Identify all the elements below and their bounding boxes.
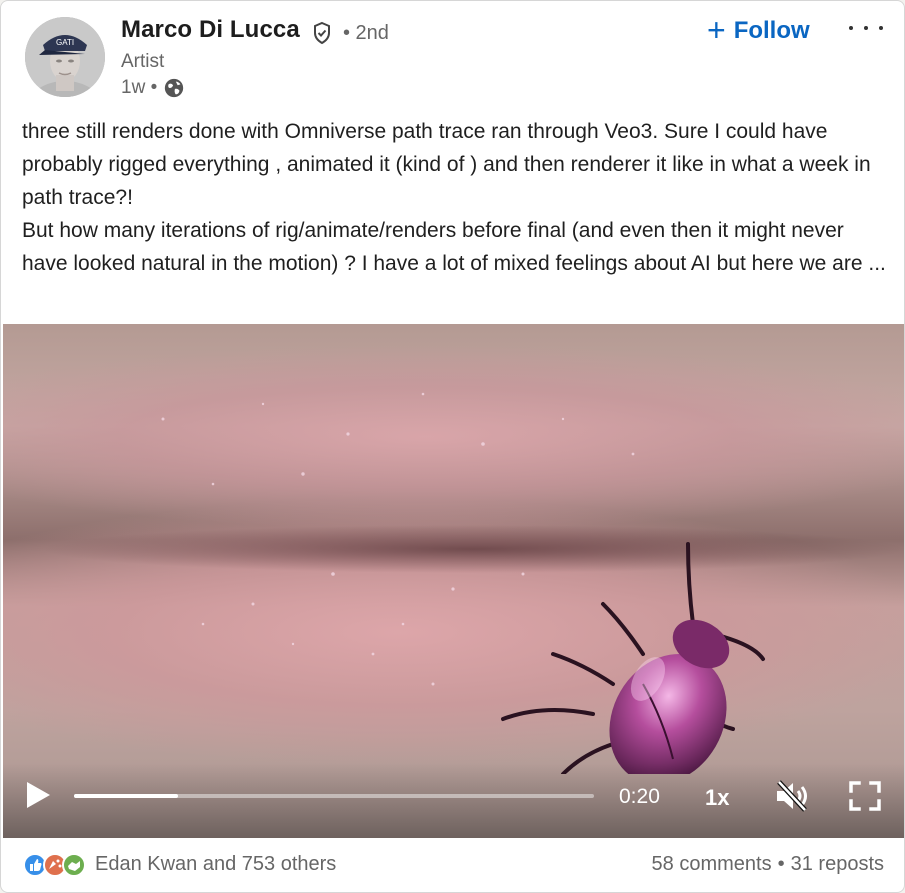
post-time: 1w • (121, 77, 158, 98)
fullscreen-icon[interactable] (848, 780, 882, 812)
plus-icon: + (707, 11, 726, 48)
reaction-icons[interactable] (23, 852, 87, 878)
post-header: GATI Marco Di Lucca • 2nd Artist 1w • + (1, 1, 904, 111)
post-paragraph-1: three still renders done with Omniverse … (22, 120, 871, 209)
video-player[interactable] (3, 324, 904, 838)
author-avatar[interactable]: GATI (25, 17, 105, 97)
separator-dot: • (777, 853, 785, 875)
follow-button[interactable]: + Follow (707, 13, 810, 49)
video-progress-fill (74, 794, 178, 798)
avatar-cap-text: GATI (56, 38, 74, 47)
reposts-count[interactable]: 31 reposts (791, 853, 884, 876)
reactions-summary[interactable]: Edan Kwan and 753 others (95, 853, 336, 876)
verified-icon (314, 21, 330, 45)
follow-label: Follow (733, 17, 810, 44)
playback-speed-button[interactable]: 1x (705, 785, 729, 811)
connection-degree: • 2nd (343, 22, 389, 44)
post-paragraph-2: But how many iterations of rig/animate/r… (22, 219, 886, 275)
play-icon[interactable] (23, 780, 53, 810)
beetle-image (501, 542, 765, 774)
muted-speaker-icon[interactable] (773, 779, 809, 813)
more-options-icon[interactable] (849, 13, 883, 43)
post-card: GATI Marco Di Lucca • 2nd Artist 1w • + (0, 0, 905, 893)
social-counts-bar: Edan Kwan and 753 others 58 comments • 3… (1, 839, 904, 892)
post-meta: 1w • (121, 77, 185, 99)
globe-icon (165, 78, 184, 98)
author-headline: Artist (121, 51, 165, 72)
comments-count[interactable]: 58 comments (652, 853, 772, 876)
video-controls: 0:20 1x (3, 763, 904, 838)
post-text: three still renders done with Omniverse … (22, 115, 887, 280)
video-progress-bar[interactable] (74, 794, 594, 798)
support-icon (62, 853, 86, 877)
like-icon (23, 853, 47, 877)
engagement-counts: 58 comments • 31 reposts (652, 853, 884, 876)
video-time: 0:20 (619, 785, 660, 808)
author-name[interactable]: Marco Di Lucca (121, 16, 300, 44)
